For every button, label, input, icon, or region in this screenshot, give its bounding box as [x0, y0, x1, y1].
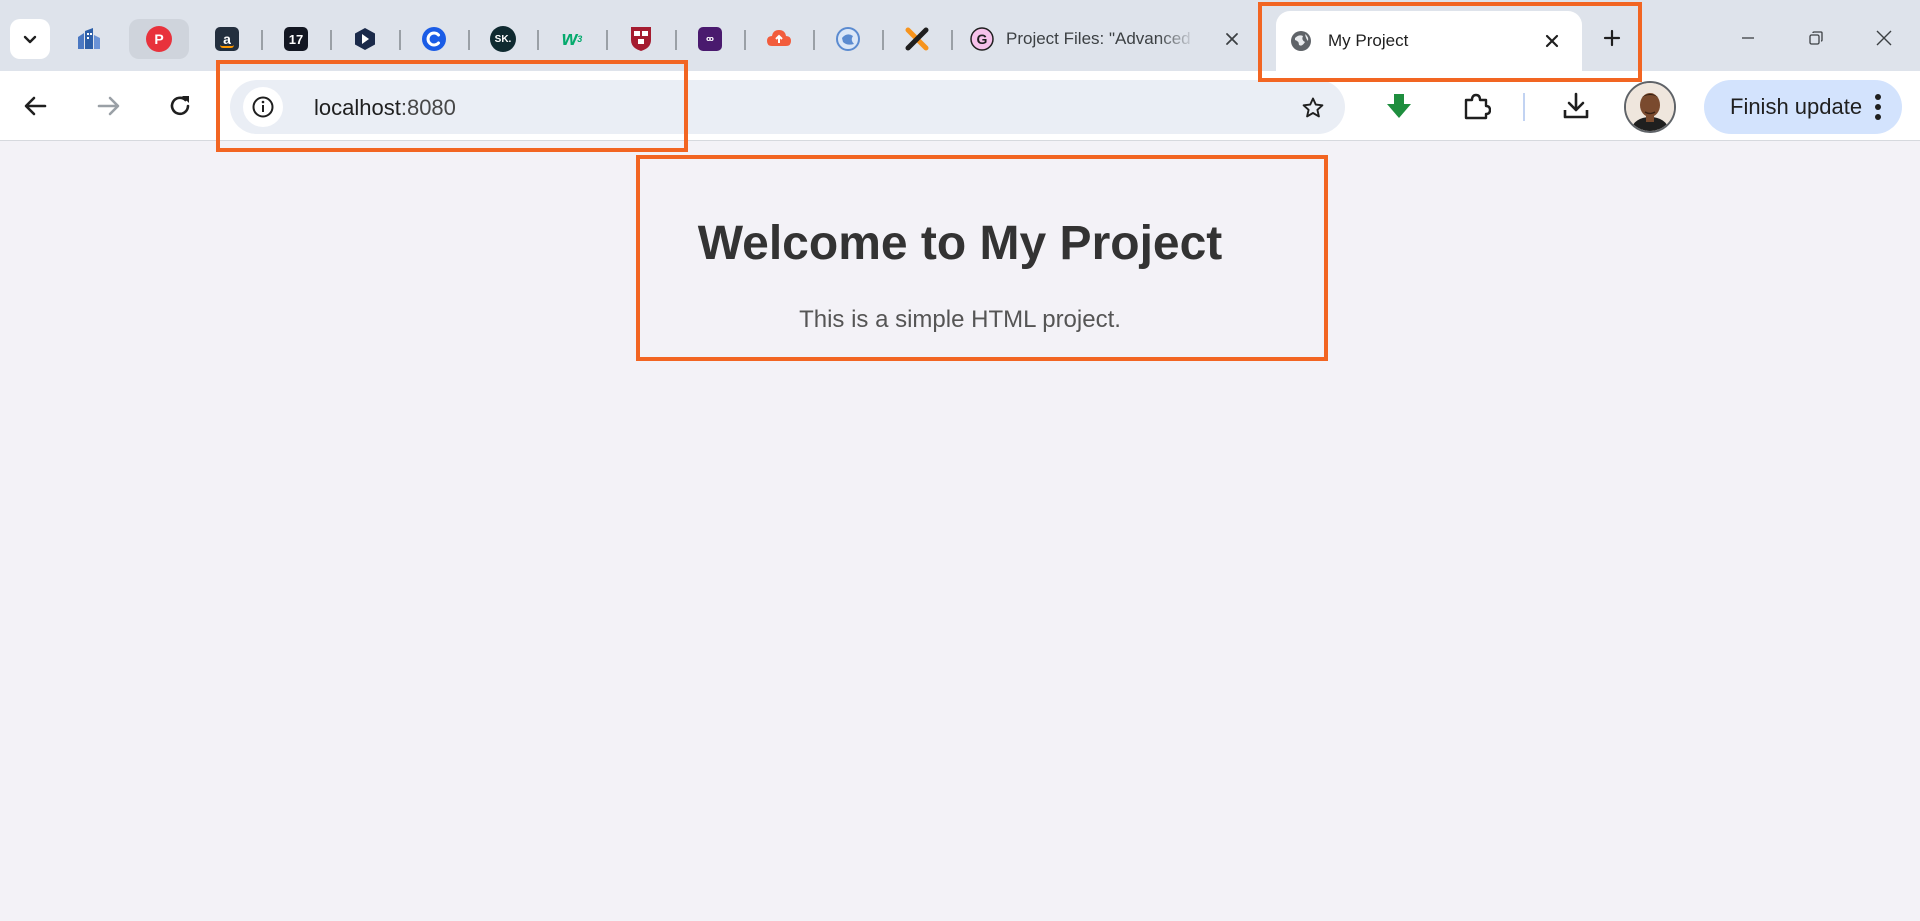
toolbar-divider	[1523, 93, 1525, 121]
harvard-favicon	[631, 27, 651, 51]
download-icon	[1563, 92, 1589, 119]
back-button[interactable]	[16, 86, 56, 126]
pdf-favicon: P	[146, 26, 172, 52]
pinned-tab-5[interactable]	[343, 19, 387, 59]
reload-button[interactable]	[160, 86, 200, 126]
svg-text:G: G	[977, 31, 988, 47]
more-vertical-icon	[1874, 94, 1882, 120]
close-icon	[1226, 33, 1238, 45]
arrow-left-icon	[24, 96, 47, 116]
downloads-button[interactable]	[1556, 86, 1596, 126]
c-favicon	[422, 27, 446, 51]
bookmark-star-button[interactable]	[1299, 94, 1327, 122]
pinned-tab-4[interactable]: 17	[274, 19, 318, 59]
pinned-tab-6[interactable]	[412, 19, 456, 59]
profile-avatar-button[interactable]	[1624, 81, 1676, 133]
chevron-down-icon	[23, 35, 37, 44]
highlight-box-page-content	[636, 155, 1328, 361]
download-arrow-icon	[1387, 94, 1411, 118]
pinned-tab-11[interactable]	[757, 19, 801, 59]
pinned-tab-12[interactable]	[826, 19, 870, 59]
pinned-tab-13[interactable]	[895, 19, 939, 59]
highlight-box-address-bar	[216, 60, 688, 152]
restore-icon	[1809, 31, 1823, 45]
g-favicon: G	[970, 27, 994, 51]
download-extension-button[interactable]	[1379, 86, 1419, 126]
pinned-tab-1[interactable]	[67, 19, 111, 59]
close-icon	[1876, 30, 1892, 46]
tab-title: Project Files: "Advanced	[1006, 29, 1191, 48]
pinned-tab-10[interactable]: ꝏ	[688, 19, 732, 59]
w3-favicon: w3	[561, 27, 583, 50]
puzzle-icon	[1464, 93, 1491, 120]
minimize-button[interactable]	[1726, 18, 1770, 58]
globe-circle-favicon	[836, 27, 860, 51]
play-favicon	[355, 28, 375, 50]
tab-search-button[interactable]	[10, 19, 50, 59]
pinned-tab-9[interactable]	[619, 19, 663, 59]
cloud-upload-favicon	[767, 30, 791, 46]
purple-favicon: ꝏ	[698, 27, 722, 51]
x-favicon	[905, 27, 929, 51]
pinned-tab-2[interactable]: P	[129, 19, 189, 59]
highlight-box-active-tab	[1258, 2, 1642, 82]
pinned-tab-3[interactable]: a	[205, 19, 249, 59]
finish-update-button[interactable]: Finish update	[1704, 80, 1902, 134]
finish-update-label: Finish update	[1730, 94, 1863, 119]
pinned-tab-8[interactable]: w3	[550, 19, 594, 59]
close-window-button[interactable]	[1862, 18, 1906, 58]
close-tab-button[interactable]	[1220, 27, 1244, 51]
arrow-right-icon	[97, 96, 120, 116]
avatar-image	[1626, 83, 1674, 131]
sk-favicon: SK.	[490, 26, 516, 52]
minimize-icon	[1742, 37, 1754, 39]
tradingview-favicon: 17	[284, 27, 308, 51]
pinned-tab-7[interactable]: SK.	[481, 19, 525, 59]
star-icon	[1302, 97, 1324, 118]
buildings-favicon	[78, 28, 100, 49]
amazon-favicon: a	[215, 27, 239, 51]
reload-icon	[170, 96, 190, 116]
forward-button[interactable]	[88, 86, 128, 126]
tab-project-files[interactable]: G Project Files: "Advanced	[962, 19, 1252, 59]
extensions-button[interactable]	[1456, 86, 1496, 126]
restore-button[interactable]	[1794, 18, 1838, 58]
